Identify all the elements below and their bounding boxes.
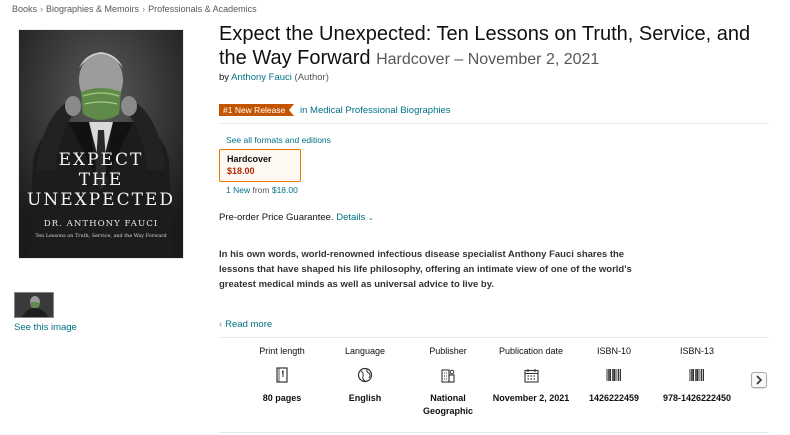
carousel-next-button[interactable]: [751, 372, 767, 388]
detail-value: 80 pages: [262, 393, 302, 403]
book-cover-image[interactable]: EXPECT THE UNEXPECTED DR. ANTHONY FAUCI …: [19, 30, 183, 258]
detail-label: Language: [344, 346, 386, 356]
detail-value: November 2, 2021: [492, 393, 570, 403]
new-from-price[interactable]: $18.00: [272, 185, 298, 195]
detail-print-length: Print length 80 pages: [240, 346, 324, 405]
breadcrumb-professionals[interactable]: Professionals & Academics: [148, 4, 257, 14]
read-more-label: Read more: [225, 319, 273, 330]
product-format-date: Hardcover – November 2, 2021: [376, 51, 600, 68]
detail-publication-date: Publication date November 2, 2021: [489, 346, 573, 405]
building-icon: [406, 365, 490, 385]
details-label: Details: [336, 212, 366, 223]
by-label: by: [219, 72, 230, 83]
see-all-formats-link[interactable]: See all formats and editions: [226, 135, 331, 145]
detail-value: English: [348, 393, 382, 403]
detail-label: Publication date: [498, 346, 564, 356]
new-offers-line: 1 New from $18.00: [226, 185, 298, 195]
divider: [219, 432, 769, 433]
new-release-badge[interactable]: #1 New Release: [219, 104, 295, 116]
byline: by Anthony Fauci (Author): [219, 72, 329, 83]
divider: [219, 123, 769, 124]
breadcrumb-separator: ›: [40, 4, 44, 14]
globe-icon: [323, 365, 407, 385]
cover-author: DR. ANTHONY FAUCI: [43, 219, 159, 229]
detail-isbn-13: ISBN-13 978-1426222450: [655, 346, 739, 405]
breadcrumb: Books › Biographies & Memoirs › Professional…: [12, 4, 257, 14]
format-price: $18.00: [227, 166, 255, 176]
barcode-icon: [572, 365, 656, 385]
see-this-image-link[interactable]: See this image: [14, 322, 77, 333]
calendar-icon: [489, 365, 573, 385]
detail-publisher: Publisher National Geographic: [406, 346, 490, 418]
detail-label: ISBN-10: [596, 346, 631, 356]
author-link[interactable]: Anthony Fauci: [231, 72, 292, 83]
format-name: Hardcover: [227, 154, 272, 164]
cover-title-line: EXPECT: [58, 150, 144, 170]
preorder-guarantee: Pre-order Price Guarantee. Details ⌄: [219, 212, 374, 223]
preorder-text: Pre-order Price Guarantee.: [219, 212, 334, 223]
product-title-block: Expect the Unexpected: Ten Lessons on Tr…: [219, 22, 779, 72]
read-more-link[interactable]: ‹ Read more: [219, 319, 272, 330]
breadcrumb-separator: ›: [142, 4, 146, 14]
detail-label: ISBN-13: [679, 346, 714, 356]
best-seller-badge-row: #1 New Release in Medical Professional B…: [219, 104, 451, 116]
from-label: from: [252, 185, 270, 195]
chevron-down-icon: ⌄: [367, 215, 374, 222]
format-option-hardcover[interactable]: Hardcover $18.00: [219, 149, 301, 182]
cover-title-line: THE: [78, 170, 124, 190]
breadcrumb-biographies[interactable]: Biographies & Memoirs: [46, 4, 139, 14]
cover-title-line: UNEXPECTED: [27, 190, 175, 210]
breadcrumb-books[interactable]: Books: [12, 4, 37, 14]
book-description: In his own words, world-renowned infecti…: [219, 249, 632, 290]
detail-language: Language English: [323, 346, 407, 405]
detail-value: 978-1426222450: [662, 393, 732, 403]
author-role: (Author): [294, 72, 329, 83]
detail-label: Publisher: [429, 346, 467, 356]
detail-label: Print length: [259, 346, 305, 356]
detail-value: National Geographic: [422, 393, 473, 416]
chevron-left-icon: ‹: [219, 319, 223, 330]
badge-category-link[interactable]: in Medical Professional Biographies: [300, 105, 451, 116]
thumbnail-image: [15, 293, 53, 317]
cover-thumbnail[interactable]: [14, 292, 54, 318]
barcode-icon: [655, 365, 739, 385]
cover-subtitle: Ten Lessons on Truth, Service, and the W…: [35, 233, 167, 239]
chevron-right-icon: [756, 375, 763, 385]
product-details-carousel: Print length 80 pages Language English P…: [240, 346, 740, 426]
preorder-details-link[interactable]: Details ⌄: [336, 212, 374, 223]
book-pages-icon: [240, 365, 324, 385]
detail-isbn-10: ISBN-10 1426222459: [572, 346, 656, 405]
divider: [219, 337, 769, 338]
new-offers-link[interactable]: 1 New: [226, 185, 250, 195]
detail-value: 1426222459: [588, 393, 640, 403]
